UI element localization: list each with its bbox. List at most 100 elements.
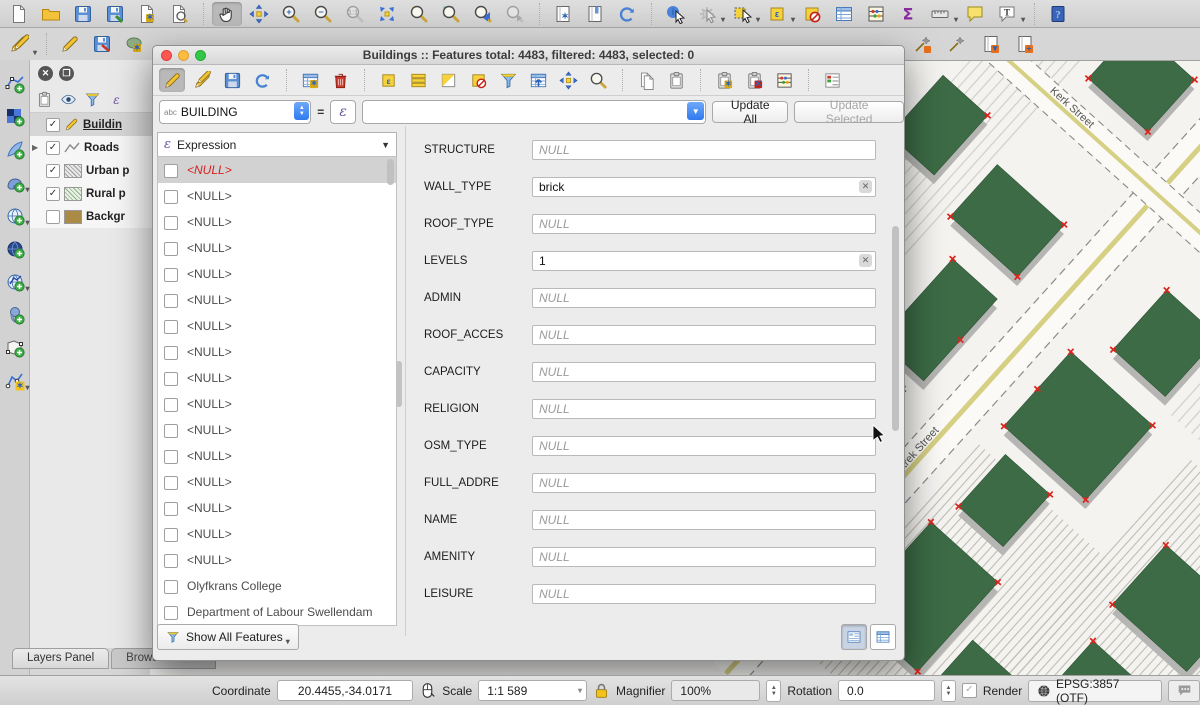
conditional-formatting-icon[interactable] xyxy=(819,68,845,92)
middle-scrollbar-thumb[interactable] xyxy=(396,361,402,407)
current-edits-icon[interactable] xyxy=(4,32,34,56)
feature-checkbox[interactable] xyxy=(164,554,178,568)
invert-selection-icon[interactable] xyxy=(435,68,461,92)
feature-list-item[interactable]: Olyfkrans College xyxy=(158,573,396,599)
new-project-icon[interactable] xyxy=(4,2,34,26)
layer-row-roads[interactable]: ▶ ✓ Roads xyxy=(30,136,161,159)
zoom-to-selection-icon[interactable] xyxy=(585,68,611,92)
expression-builder-button[interactable]: ε xyxy=(330,100,356,124)
dialog-titlebar[interactable]: Buildings :: Features total: 4483, filte… xyxy=(153,46,904,65)
deselect-features-icon[interactable] xyxy=(797,2,827,26)
list-scrollbar-thumb[interactable] xyxy=(387,159,394,185)
rotation-spinner[interactable]: ▲▼ xyxy=(941,680,956,702)
save-layer-edits-icon[interactable] xyxy=(87,32,117,56)
paste-features-icon[interactable] xyxy=(663,68,689,92)
toggle-editing-icon[interactable] xyxy=(55,32,85,56)
highlight-pinned-labels-icon[interactable]: ▾ xyxy=(976,32,1006,56)
open-project-icon[interactable] xyxy=(36,2,66,26)
copy-features-icon[interactable] xyxy=(633,68,659,92)
zoom-full-icon[interactable] xyxy=(372,2,402,26)
field-input-structure[interactable] xyxy=(532,140,876,160)
feature-list-item[interactable]: <NULL> xyxy=(158,443,396,469)
manage-layer-visibility-icon[interactable] xyxy=(60,91,77,108)
expander-icon[interactable]: ▶ xyxy=(32,143,42,152)
rotation-field[interactable]: 0.0 xyxy=(838,680,935,701)
feature-list-item[interactable]: <NULL> xyxy=(158,235,396,261)
pin-unpin-labels-icon[interactable]: + xyxy=(1010,32,1040,56)
feature-checkbox[interactable] xyxy=(164,242,178,256)
feature-list-item[interactable]: Department of Labour Swellendam xyxy=(158,599,396,625)
magnifier-spinner[interactable]: ▲▼ xyxy=(766,680,781,702)
update-selected-button[interactable]: Update Selected xyxy=(794,101,904,123)
field-calculator-icon[interactable] xyxy=(771,68,797,92)
measure-icon[interactable] xyxy=(925,2,955,26)
close-window-icon[interactable] xyxy=(161,50,172,61)
field-input-amenity[interactable] xyxy=(532,547,876,567)
toggle-editing-icon[interactable] xyxy=(159,68,185,92)
feature-checkbox[interactable] xyxy=(164,216,178,230)
feature-list-item[interactable]: <NULL> xyxy=(158,339,396,365)
expression-filter-icon[interactable]: ε xyxy=(108,91,125,108)
feature-list-item[interactable]: <NULL> xyxy=(158,209,396,235)
new-field-icon[interactable]: ✶ xyxy=(711,68,737,92)
feature-list-item[interactable]: <NULL> xyxy=(158,417,396,443)
reload-icon[interactable] xyxy=(249,68,275,92)
layer-row-background[interactable]: Backgr xyxy=(30,205,161,228)
zoom-native-icon[interactable]: 1:1 xyxy=(340,2,370,26)
field-input-roof-type[interactable] xyxy=(532,214,876,234)
identify-features-icon[interactable]: i xyxy=(660,2,690,26)
scale-combo[interactable]: 1:1 589▾ xyxy=(478,680,587,701)
layer-row-buildings[interactable]: ✓ Buildin xyxy=(30,113,161,136)
feature-checkbox[interactable] xyxy=(164,606,178,620)
show-all-features-button[interactable]: Show All Features ▾ xyxy=(157,624,299,650)
open-layer-styling-icon[interactable] xyxy=(36,91,53,108)
new-composer-icon[interactable]: ✶ xyxy=(132,2,162,26)
add-feature-icon[interactable]: ✶ xyxy=(297,68,323,92)
layer-row-urban[interactable]: ✓ Urban p xyxy=(30,159,161,182)
zoom-to-selection-icon[interactable] xyxy=(404,2,434,26)
add-spatialite-layer-icon[interactable] xyxy=(2,303,28,327)
deselect-icon[interactable] xyxy=(465,68,491,92)
open-attribute-table-icon[interactable] xyxy=(829,2,859,26)
zoom-window-icon[interactable] xyxy=(195,50,206,61)
minimize-window-icon[interactable] xyxy=(178,50,189,61)
panel-float-icon[interactable]: ❐ xyxy=(59,66,74,81)
add-wcs-layer-icon[interactable] xyxy=(2,237,28,261)
feature-checkbox[interactable] xyxy=(164,424,178,438)
render-checkbox[interactable]: ✓ xyxy=(962,683,977,698)
postgis-caret[interactable]: ▾ xyxy=(25,185,29,197)
feature-checkbox[interactable] xyxy=(164,528,178,542)
expression-input[interactable] xyxy=(365,102,689,122)
new-geopackage-layer-icon[interactable]: ✶▾ xyxy=(2,369,28,393)
feature-list-item[interactable]: <NULL> xyxy=(158,495,396,521)
feature-checkbox[interactable] xyxy=(164,398,178,412)
feature-checkbox[interactable] xyxy=(164,268,178,282)
update-all-button[interactable]: Update All xyxy=(712,101,788,123)
clear-value-icon[interactable]: ✕ xyxy=(859,180,872,193)
layer-row-rural[interactable]: ✓ Rural p xyxy=(30,182,161,205)
zoom-to-layer-icon[interactable] xyxy=(436,2,466,26)
feature-list-item[interactable]: <NULL> xyxy=(158,287,396,313)
wms-caret[interactable]: ▾ xyxy=(25,218,29,230)
table-view-button[interactable] xyxy=(870,624,896,650)
add-wfs-layer-icon[interactable]: ▾ xyxy=(2,270,28,294)
feature-checkbox[interactable] xyxy=(164,450,178,464)
panel-close-icon[interactable]: ✕ xyxy=(38,66,53,81)
pan-map-icon[interactable] xyxy=(212,2,242,26)
feature-list-item[interactable]: <NULL> xyxy=(158,261,396,287)
field-calculator-icon[interactable] xyxy=(861,2,891,26)
help-icon[interactable]: ? xyxy=(1043,2,1073,26)
pan-to-selection-icon[interactable] xyxy=(244,2,274,26)
field-input-roof-acces[interactable] xyxy=(532,325,876,345)
layer-labeling-options-icon[interactable] xyxy=(908,32,938,56)
feature-checkbox[interactable] xyxy=(164,476,178,490)
feature-checkbox[interactable] xyxy=(164,502,178,516)
field-selector-combo[interactable]: abc BUILDING ▲▼ xyxy=(159,100,311,124)
select-all-icon[interactable] xyxy=(405,68,431,92)
expression-dropdown[interactable]: ε Expression ▼ xyxy=(157,132,397,157)
select-by-expression-icon[interactable]: ε xyxy=(762,2,792,26)
new-bookmark-icon[interactable]: ✶ xyxy=(548,2,578,26)
feature-checkbox[interactable] xyxy=(164,346,178,360)
feature-list-item[interactable]: <NULL> xyxy=(158,365,396,391)
add-delimited-text-layer-icon[interactable] xyxy=(2,138,28,162)
